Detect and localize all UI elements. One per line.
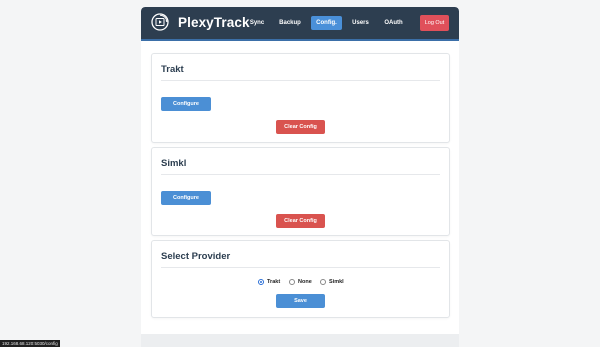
simkl-card: Simkl Configure Clear Config: [151, 147, 450, 236]
divider: [161, 267, 440, 268]
brand-name[interactable]: PlexyTrack: [178, 14, 250, 32]
radio-checked-icon[interactable]: [258, 279, 264, 285]
card-title-trakt: Trakt: [161, 64, 184, 75]
trakt-configure-button[interactable]: Configure: [161, 97, 211, 111]
provider-card: Select Provider Trakt None Simkl Save: [151, 240, 450, 318]
app-window: PlexyTrack Sync Backup Config. Users OAu…: [141, 7, 459, 347]
radio-simkl[interactable]: Simkl: [320, 277, 344, 287]
nav-backup[interactable]: Backup: [276, 16, 304, 30]
radio-trakt[interactable]: Trakt: [258, 277, 280, 287]
radio-label-simkl: Simkl: [329, 279, 344, 285]
simkl-clear-config-button[interactable]: Clear Config: [276, 214, 325, 228]
film-sync-icon[interactable]: [151, 13, 169, 31]
top-navbar: PlexyTrack Sync Backup Config. Users OAu…: [141, 7, 459, 41]
radio-unchecked-icon[interactable]: [289, 279, 295, 285]
radio-none[interactable]: None: [289, 277, 312, 287]
config-content: Trakt Configure Clear Config Simkl Confi…: [141, 41, 459, 334]
app-footer: [141, 334, 459, 347]
radio-label-none: None: [298, 279, 312, 285]
divider: [161, 174, 440, 175]
radio-unchecked-icon[interactable]: [320, 279, 326, 285]
nav-config[interactable]: Config.: [311, 16, 342, 30]
nav-oauth[interactable]: OAuth: [380, 16, 407, 30]
logout-button[interactable]: Log Out: [420, 15, 449, 31]
card-title-provider: Select Provider: [161, 251, 231, 262]
save-button[interactable]: Save: [276, 294, 325, 308]
divider: [161, 80, 440, 81]
trakt-clear-config-button[interactable]: Clear Config: [276, 120, 325, 134]
provider-radio-group: Trakt None Simkl: [152, 277, 449, 287]
status-bar-url: 192.168.68.120:5030/config: [0, 340, 60, 347]
card-title-simkl: Simkl: [161, 158, 187, 169]
trakt-card: Trakt Configure Clear Config: [151, 53, 450, 143]
radio-label-trakt: Trakt: [267, 279, 281, 285]
nav-users[interactable]: Users: [348, 16, 373, 30]
nav-sync[interactable]: Sync: [245, 16, 269, 30]
simkl-configure-button[interactable]: Configure: [161, 191, 211, 205]
